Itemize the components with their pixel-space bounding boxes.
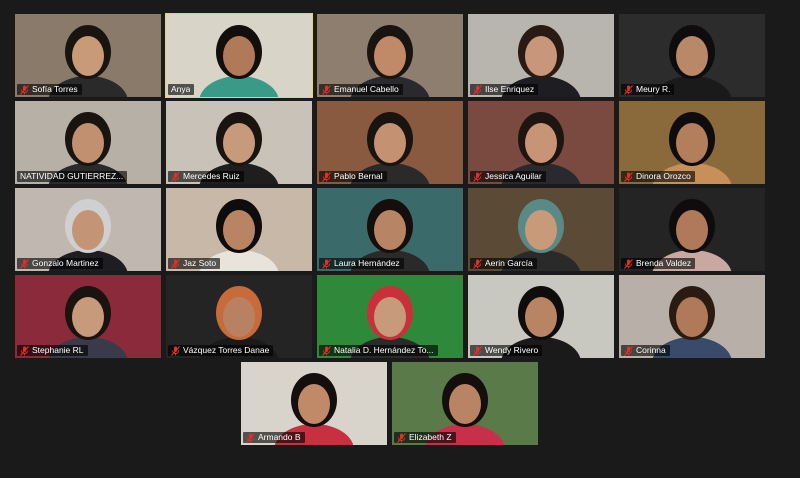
video-gallery: Sofía Torres Anya Emanuel Cabello Ilse Enri…: [0, 0, 800, 478]
participant-tile-laura-hernandez[interactable]: Laura Hernández: [317, 188, 463, 271]
participant-tile-wendy-rivero[interactable]: Wendy Rivero: [468, 275, 614, 358]
participant-tile-pablo-bernal[interactable]: Pablo Bernal: [317, 101, 463, 184]
microphone-muted-icon: [473, 171, 482, 182]
participant-tile-brenda-valdez[interactable]: Brenda Valdez: [619, 188, 765, 271]
participant-name-label: Wendy Rivero: [470, 345, 543, 356]
microphone-muted-icon: [171, 258, 180, 269]
participant-name-label: Laura Hernández: [319, 258, 404, 269]
participant-name: Emanuel Cabello: [334, 84, 399, 94]
participant-name: Stephanie RL: [32, 345, 84, 355]
participant-name: Jessica Aguilar: [485, 171, 542, 181]
participant-tile-ilse-enriquez[interactable]: Ilse Enriquez: [468, 14, 614, 97]
microphone-muted-icon: [473, 345, 482, 356]
participant-tile-dinora-orozco[interactable]: Dinora Orozco: [619, 101, 765, 184]
participant-tile-gonzalo-martinez[interactable]: Gonzalo Martinez: [15, 188, 161, 271]
participant-tile-elizabeth-z[interactable]: Elizabeth Z: [392, 362, 538, 445]
participant-name-label: Natalia D. Hernández To...: [319, 345, 438, 356]
participant-tile-armando-b[interactable]: Armando B: [241, 362, 387, 445]
participant-name-label: Aerin García: [470, 258, 537, 269]
participant-name: Corinna: [636, 345, 666, 355]
microphone-muted-icon: [20, 258, 29, 269]
participant-name: Sofía Torres: [32, 84, 78, 94]
participant-tile-jaz-soto[interactable]: Jaz Soto: [166, 188, 312, 271]
participant-tile-sofia-torres[interactable]: Sofía Torres: [15, 14, 161, 97]
participant-tile-anya[interactable]: Anya: [165, 13, 313, 98]
participant-name: Brenda Valdez: [636, 258, 692, 268]
microphone-muted-icon: [322, 84, 331, 95]
participant-name-label: Ilse Enriquez: [470, 84, 539, 95]
participant-name: Vázquez Torres Danae: [183, 345, 270, 355]
participant-name: Meury R.: [636, 84, 671, 94]
participant-name-label: Armando B: [243, 432, 305, 443]
participant-name-label: Stephanie RL: [17, 345, 88, 356]
microphone-muted-icon: [322, 345, 331, 356]
participant-name: Pablo Bernal: [334, 171, 383, 181]
participant-name-label: Mercedes Ruiz: [168, 171, 244, 182]
participant-name: Gonzalo Martinez: [32, 258, 99, 268]
participant-name-label: Vázquez Torres Danae: [168, 345, 274, 356]
participant-tile-mercedes-ruiz[interactable]: Mercedes Ruiz: [166, 101, 312, 184]
participant-name-label: Elizabeth Z: [394, 432, 456, 443]
microphone-muted-icon: [171, 345, 180, 356]
microphone-muted-icon: [171, 171, 180, 182]
microphone-muted-icon: [20, 84, 29, 95]
participant-name-label: Jaz Soto: [168, 258, 221, 269]
participant-name: NATIVIDAD GUTIERREZ...: [20, 171, 124, 181]
participant-tile-meury-r[interactable]: Meury R.: [619, 14, 765, 97]
microphone-muted-icon: [624, 258, 633, 269]
participant-name: Laura Hernández: [334, 258, 400, 268]
participant-name-label: Gonzalo Martinez: [17, 258, 103, 269]
microphone-muted-icon: [624, 171, 633, 182]
participant-tile-jessica-aguilar[interactable]: Jessica Aguilar: [468, 101, 614, 184]
participant-name: Elizabeth Z: [409, 432, 452, 442]
microphone-muted-icon: [624, 84, 633, 95]
participant-name: Anya: [171, 84, 191, 94]
microphone-muted-icon: [473, 258, 482, 269]
microphone-muted-icon: [322, 171, 331, 182]
participant-name: Jaz Soto: [183, 258, 217, 268]
participant-name: Aerin García: [485, 258, 533, 268]
participant-tile-natividad-gutierrez[interactable]: NATIVIDAD GUTIERREZ...: [15, 101, 161, 184]
participant-name-label: NATIVIDAD GUTIERREZ...: [17, 171, 128, 182]
participant-name-label: Dinora Orozco: [621, 171, 695, 182]
participant-name: Wendy Rivero: [485, 345, 539, 355]
participant-name: Dinora Orozco: [636, 171, 691, 181]
participant-tile-emanuel-cabello[interactable]: Emanuel Cabello: [317, 14, 463, 97]
participant-name: Natalia D. Hernández To...: [334, 345, 434, 355]
participant-name-label: Sofía Torres: [17, 84, 82, 95]
participant-name-label: Jessica Aguilar: [470, 171, 546, 182]
microphone-muted-icon: [322, 258, 331, 269]
microphone-muted-icon: [473, 84, 482, 95]
microphone-muted-icon: [397, 432, 406, 443]
participant-name: Armando B: [258, 432, 301, 442]
microphone-muted-icon: [246, 432, 255, 443]
participant-tile-aerin-garcia[interactable]: Aerin García: [468, 188, 614, 271]
participant-name-label: Pablo Bernal: [319, 171, 387, 182]
microphone-muted-icon: [624, 345, 633, 356]
participant-name-label: Emanuel Cabello: [319, 84, 403, 95]
participant-name-label: Meury R.: [621, 84, 675, 95]
participant-name: Mercedes Ruiz: [183, 171, 240, 181]
participant-name-label: Brenda Valdez: [621, 258, 696, 269]
participant-name-label: Anya: [168, 84, 195, 95]
participant-tile-corinna[interactable]: Corinna: [619, 275, 765, 358]
participant-name-label: Corinna: [621, 345, 670, 356]
participant-tile-vazquez-torres-danae[interactable]: Vázquez Torres Danae: [166, 275, 312, 358]
participant-name: Ilse Enriquez: [485, 84, 535, 94]
participant-tile-stephanie-rl[interactable]: Stephanie RL: [15, 275, 161, 358]
microphone-muted-icon: [20, 345, 29, 356]
participant-tile-natalia-d-hernandez-to[interactable]: Natalia D. Hernández To...: [317, 275, 463, 358]
